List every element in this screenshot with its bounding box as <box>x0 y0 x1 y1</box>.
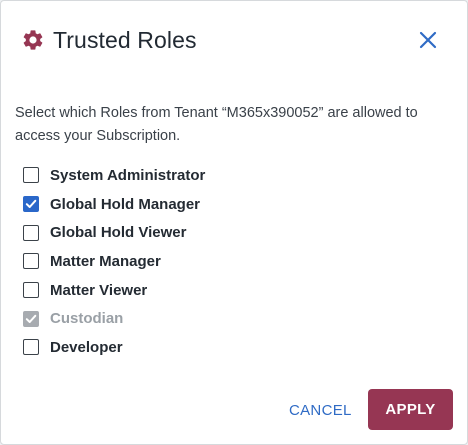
trusted-roles-dialog: Trusted Roles Select which Roles from Te… <box>0 0 468 445</box>
role-checkbox[interactable] <box>23 282 39 299</box>
dialog-header: Trusted Roles <box>21 25 197 55</box>
check-icon <box>25 314 37 323</box>
dialog-description: Select which Roles from Tenant “M365x390… <box>15 105 418 144</box>
role-label: Matter Manager <box>50 252 161 270</box>
role-checkbox[interactable] <box>23 224 39 241</box>
role-option-matter-viewer[interactable]: Matter Viewer <box>23 276 205 305</box>
check-icon <box>25 199 37 209</box>
role-label: Custodian <box>50 310 124 328</box>
gear-icon <box>21 28 45 52</box>
role-option-global-hold-manager[interactable]: Global Hold Manager <box>23 190 205 219</box>
role-option-matter-manager[interactable]: Matter Manager <box>23 247 205 276</box>
role-option-developer[interactable]: Developer <box>23 333 205 362</box>
role-label: System Administrator <box>50 166 206 184</box>
dialog-title: Trusted Roles <box>53 26 197 53</box>
apply-button[interactable]: APPLY <box>368 389 453 430</box>
role-option-custodian: Custodian <box>23 304 205 333</box>
role-checkbox[interactable] <box>23 253 39 270</box>
role-label: Global Hold Manager <box>50 195 201 213</box>
close-icon[interactable] <box>419 31 437 49</box>
role-option-global-hold-viewer[interactable]: Global Hold Viewer <box>23 218 205 247</box>
roles-list: System Administrator Global Hold Manager… <box>23 161 205 362</box>
role-label: Global Hold Viewer <box>50 224 187 242</box>
role-label: Matter Viewer <box>50 281 148 299</box>
role-checkbox[interactable] <box>23 339 39 356</box>
role-option-system-administrator[interactable]: System Administrator <box>23 161 205 190</box>
role-label: Developer <box>50 338 123 356</box>
role-checkbox[interactable] <box>23 167 39 184</box>
cancel-button[interactable]: CANCEL <box>288 391 353 429</box>
role-checkbox[interactable] <box>23 196 39 213</box>
role-checkbox <box>23 310 39 327</box>
